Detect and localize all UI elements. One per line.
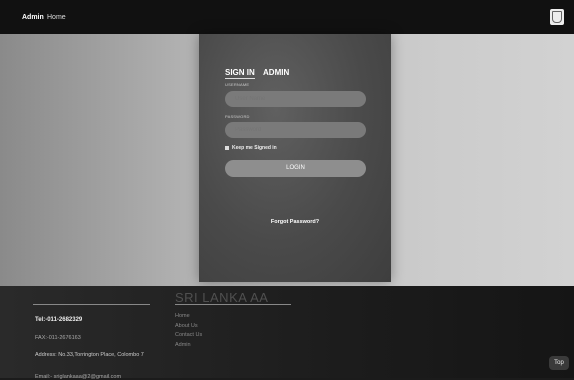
keep-signed-in-checkbox[interactable]: Keep me Signed in	[225, 145, 277, 151]
footer-link-home[interactable]: Home	[175, 313, 202, 323]
footer-link-admin[interactable]: Admin	[175, 342, 202, 352]
username-label: USERNAME	[225, 82, 250, 87]
login-button[interactable]: LOGIN	[225, 160, 366, 177]
username-input[interactable]	[225, 91, 366, 107]
footer-links: Home About Us Contact Us Admin	[175, 313, 202, 351]
footer-fax: FAX:-011-2676163	[35, 335, 81, 341]
footer-email: Email:- sriglankaaa@2@gmail.com	[35, 374, 122, 380]
password-input[interactable]	[225, 122, 366, 138]
footer-divider-right	[175, 304, 291, 305]
nav-brand-admin[interactable]: Admin	[22, 14, 44, 21]
tab-admin[interactable]: ADMIN	[263, 68, 289, 77]
login-tabs: SIGN IN ADMIN	[225, 68, 289, 79]
footer-link-about[interactable]: About Us	[175, 323, 202, 333]
footer-brand: SRI LANKA AA	[175, 290, 269, 305]
footer-link-contact[interactable]: Contact Us	[175, 332, 202, 342]
footer-address: Address: No.33,Torrington Place, Colombo…	[35, 352, 144, 358]
crest-logo-icon[interactable]	[550, 9, 564, 25]
password-label: PASSWORD	[225, 114, 250, 119]
forgot-password-link[interactable]: Forgot Password?	[199, 219, 391, 225]
checkbox-icon[interactable]	[225, 146, 229, 150]
keep-signed-in-label: Keep me Signed in	[232, 145, 277, 151]
login-card: SIGN IN ADMIN USERNAME PASSWORD Keep me …	[199, 34, 391, 282]
scroll-top-button[interactable]: Top	[549, 356, 569, 370]
footer-divider-left	[33, 304, 150, 305]
footer-telephone: Tel:-011-2682329	[35, 317, 83, 323]
nav-home-link[interactable]: Home	[47, 14, 66, 21]
footer: SRI LANKA AA Tel:-011-2682329 FAX:-011-2…	[0, 286, 574, 380]
tab-sign-in[interactable]: SIGN IN	[225, 68, 255, 79]
top-navbar: Admin Home	[0, 0, 574, 34]
